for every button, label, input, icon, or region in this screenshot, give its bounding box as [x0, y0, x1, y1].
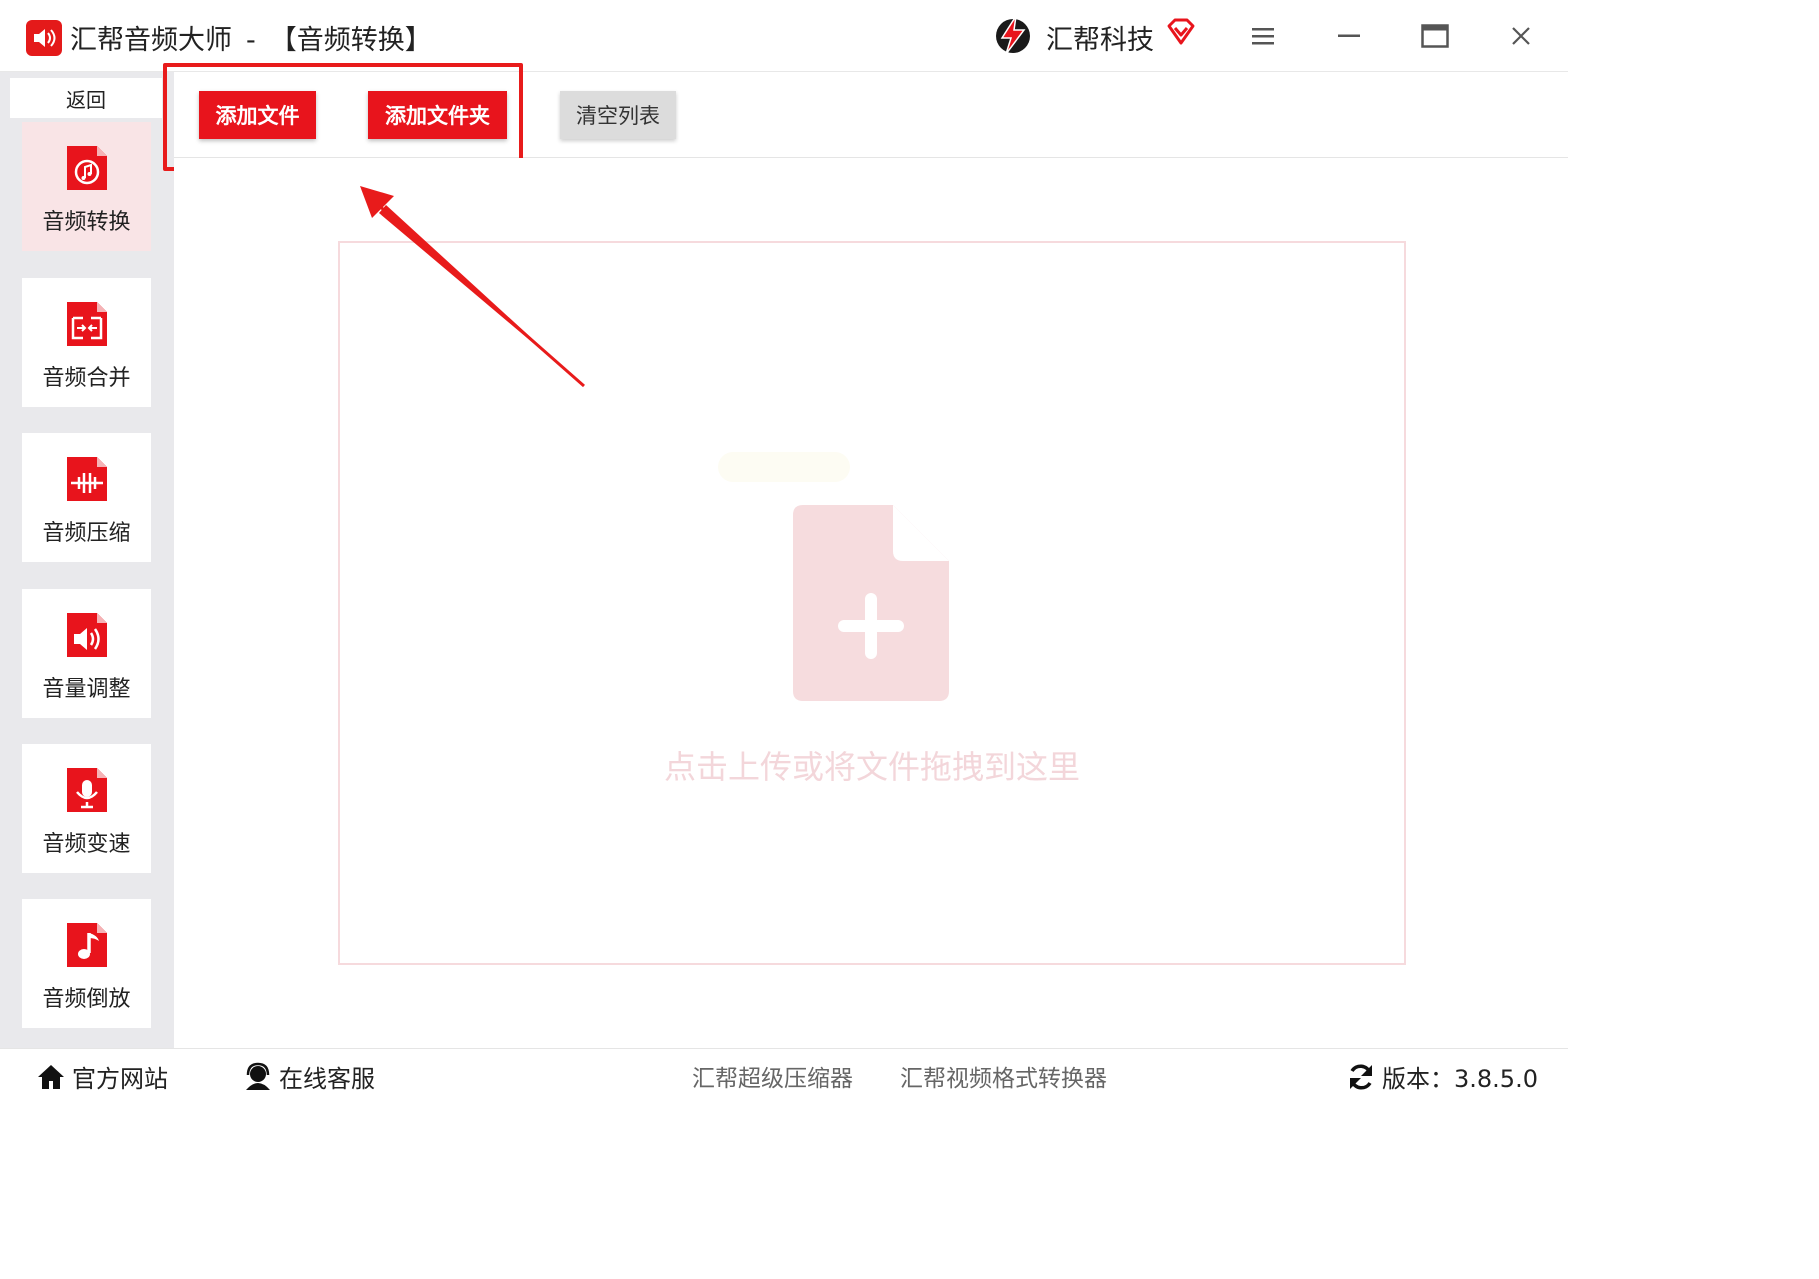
maximize-button[interactable]: [1415, 16, 1455, 56]
sidebar-item-audio-reverse[interactable]: 音频倒放: [22, 899, 151, 1028]
volume-adjust-icon: [66, 613, 107, 657]
minimize-icon: [1338, 34, 1360, 37]
app-window: 汇帮音频大师 - 【音频转换】 汇帮科技 返回 音频转换 音频合并 音频压缩 音…: [0, 0, 1568, 1103]
sidebar-item-audio-speed[interactable]: 音频变速: [22, 744, 151, 873]
sidebar-item-label: 音频合并: [42, 366, 131, 391]
minimize-button[interactable]: [1329, 16, 1369, 56]
compressor-link[interactable]: 汇帮超级压缩器: [692, 1059, 853, 1093]
brand-logo-icon: [996, 15, 1030, 55]
maximize-icon: [1421, 24, 1449, 48]
version-info[interactable]: 版本：3.8.5.0: [1346, 1059, 1538, 1094]
online-service-link[interactable]: 在线客服: [243, 1059, 375, 1094]
back-button[interactable]: 返回: [10, 78, 162, 118]
audio-compress-icon: [66, 457, 107, 501]
audio-convert-icon: [66, 146, 107, 190]
official-site-label: 官方网站: [72, 1065, 168, 1093]
menu-button[interactable]: [1243, 16, 1283, 56]
faint-badge: [718, 452, 850, 482]
version-label: 版本：3.8.5.0: [1382, 1065, 1538, 1093]
sidebar-item-label: 音量调整: [42, 677, 131, 702]
brand-name: 汇帮科技: [1046, 25, 1154, 56]
sidebar-item-audio-convert[interactable]: 音频转换: [22, 122, 151, 251]
app-name: 汇帮音频大师: [70, 25, 232, 56]
hamburger-icon: [1252, 28, 1274, 45]
sidebar-item-volume-adjust[interactable]: 音量调整: [22, 589, 151, 718]
sidebar-item-label: 音频转换: [42, 210, 131, 235]
sidebar-item-label: 音频倒放: [42, 987, 131, 1012]
status-bar: 官方网站 在线客服 汇帮超级压缩器 汇帮视频格式转换器 版本：3.8.5.0: [0, 1048, 1568, 1103]
drop-zone-hint: 点击上传或将文件拖拽到这里: [663, 748, 1080, 786]
video-converter-link[interactable]: 汇帮视频格式转换器: [900, 1059, 1107, 1093]
refresh-icon: [1350, 1063, 1372, 1090]
title-bar: 汇帮音频大师 - 【音频转换】 汇帮科技: [0, 0, 1568, 72]
home-icon: [38, 1064, 64, 1089]
window-title: 汇帮音频大师 - 【音频转换】: [70, 18, 432, 57]
app-logo-icon: [26, 20, 62, 56]
title-separator: -: [246, 25, 256, 56]
close-button[interactable]: [1501, 16, 1541, 56]
add-folder-button[interactable]: 添加文件夹: [368, 91, 507, 139]
sidebar: 返回 音频转换 音频合并 音频压缩 音量调整 音频变速 音频倒放: [0, 72, 174, 1048]
sidebar-item-label: 音频压缩: [42, 521, 131, 546]
audio-reverse-icon: [66, 923, 107, 967]
audio-merge-icon: [66, 302, 107, 346]
sidebar-item-audio-merge[interactable]: 音频合并: [22, 278, 151, 407]
close-icon: [1512, 27, 1530, 45]
customer-service-icon: [246, 1062, 270, 1090]
vip-diamond-icon[interactable]: [1164, 16, 1198, 50]
online-service-label: 在线客服: [279, 1065, 375, 1093]
clear-list-button[interactable]: 清空列表: [560, 91, 676, 139]
current-module-title: 【音频转换】: [269, 25, 432, 56]
add-file-button[interactable]: 添加文件: [199, 91, 316, 139]
audio-speed-icon: [66, 768, 107, 812]
official-site-link[interactable]: 官方网站: [36, 1059, 168, 1094]
add-file-icon[interactable]: [793, 505, 949, 701]
sidebar-item-audio-compress[interactable]: 音频压缩: [22, 433, 151, 562]
sidebar-item-label: 音频变速: [42, 832, 131, 857]
